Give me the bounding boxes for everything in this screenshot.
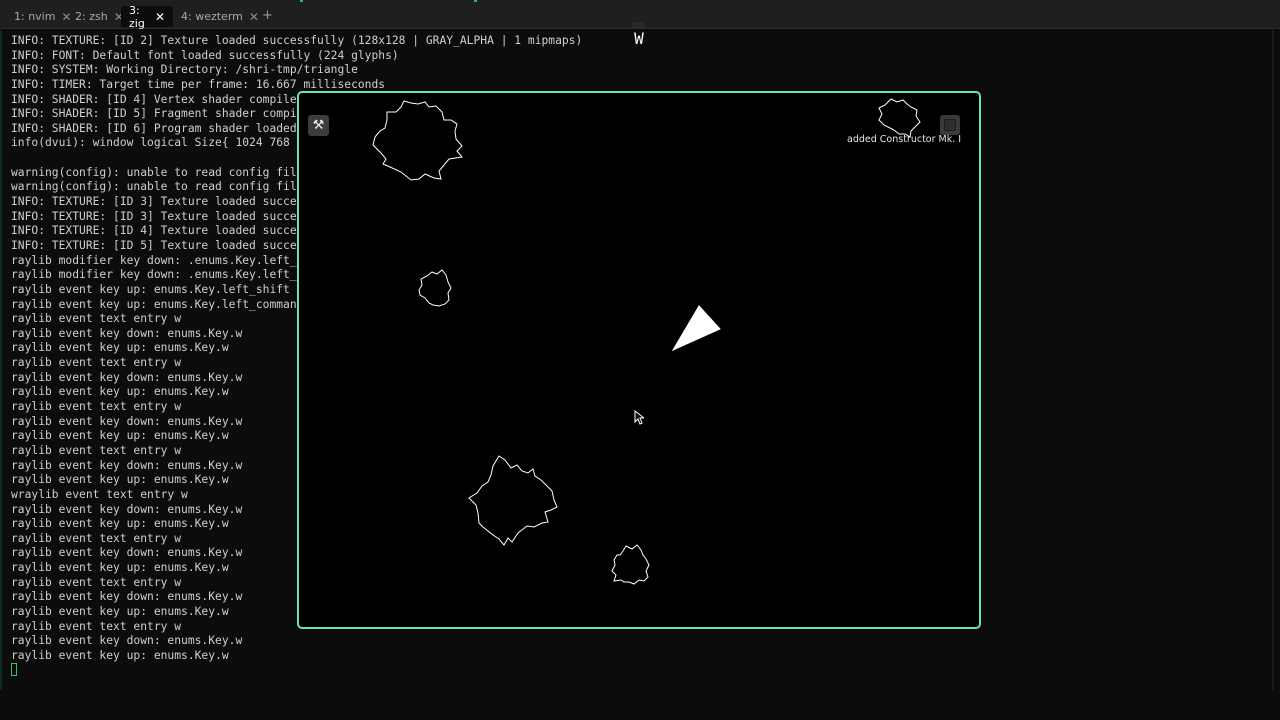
close-icon[interactable]: ✕: [249, 10, 259, 24]
scrollbar[interactable]: [1272, 30, 1274, 690]
tab-zig[interactable]: 3: zig ✕: [121, 3, 173, 30]
terminal-line: raylib event key down: enums.Key.w: [11, 634, 243, 648]
hammer-wrench-icon: ⚒: [312, 118, 325, 133]
asteroid: [418, 269, 452, 307]
stop-button[interactable]: [940, 115, 960, 135]
tab-label: 1: nvim: [14, 10, 56, 23]
square-icon: [944, 119, 956, 131]
tab-bar-accent: [300, 0, 303, 2]
terminal-line: raylib event key up: enums.Key.w: [11, 648, 229, 662]
tab-bar-accent: [474, 0, 477, 2]
asteroid: [878, 98, 921, 138]
terminal-cursor: [11, 663, 17, 676]
terminal-line: INFO: SYSTEM: Working Directory: /shri-t…: [11, 63, 358, 77]
tools-button[interactable]: ⚒: [308, 115, 329, 136]
terminal-line: INFO: TEXTURE: [ID 2] Texture loaded suc…: [11, 34, 583, 47]
tab-label: 4: wezterm: [181, 10, 243, 23]
game-window[interactable]: ⚒ added Constructor Mk. I: [297, 91, 981, 629]
player-ship: [671, 305, 721, 352]
tab-label: 2: zsh: [75, 10, 108, 23]
notification-text: added Constructor Mk. I: [847, 134, 962, 145]
pane-edge: [0, 30, 2, 690]
asteroid: [468, 455, 558, 546]
keypress-overlay: W: [634, 29, 644, 48]
new-tab-button[interactable]: +: [262, 8, 273, 23]
asteroid: [372, 100, 463, 181]
game-canvas[interactable]: [299, 93, 979, 627]
mouse-pointer-icon: [634, 410, 644, 425]
close-icon[interactable]: ✕: [155, 10, 165, 24]
tab-wezterm[interactable]: 4: wezterm ✕: [173, 6, 267, 27]
tab-label: 3: zig: [129, 3, 145, 30]
terminal-line: INFO: FONT: Default font loaded successf…: [11, 48, 399, 62]
asteroid: [611, 544, 650, 585]
